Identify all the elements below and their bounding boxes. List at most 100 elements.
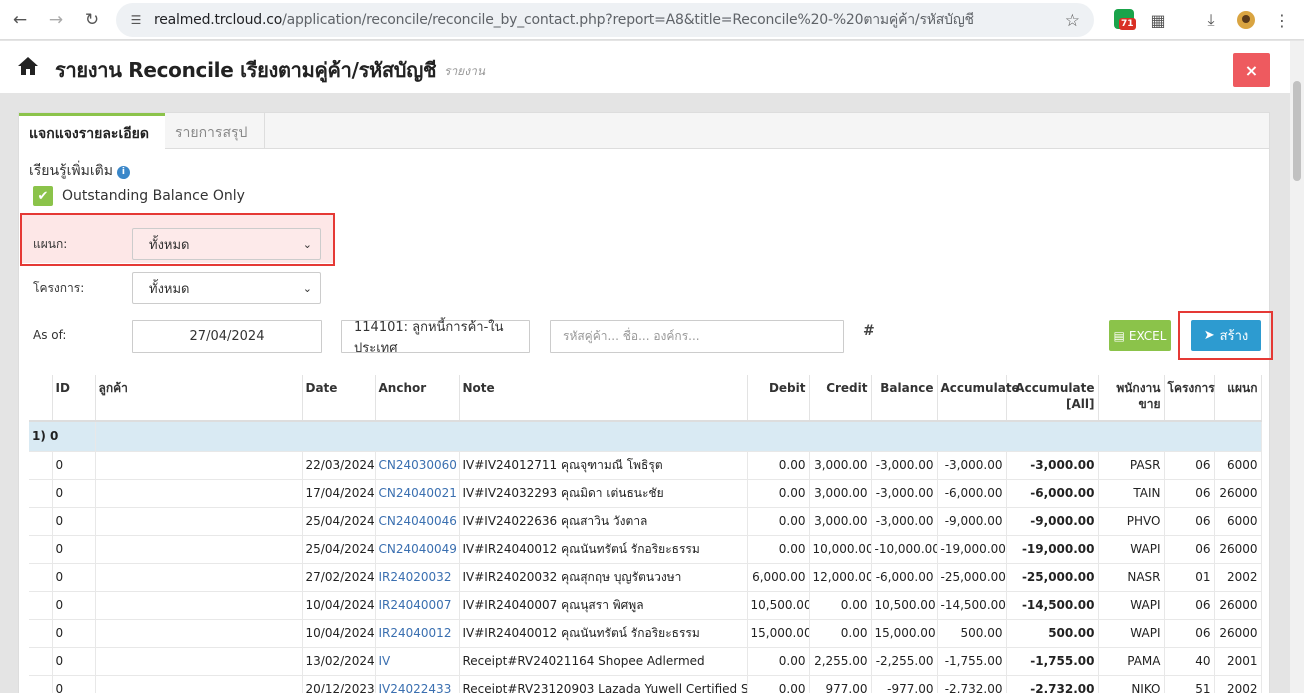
cell-department: 2002	[1214, 563, 1262, 592]
site-info-icon[interactable]: ☰	[128, 12, 144, 28]
col-header-accumulate-all[interactable]: Accumulate [All]	[1006, 375, 1099, 422]
back-icon[interactable]: ←	[8, 8, 32, 32]
col-header-id[interactable]: ID	[52, 375, 96, 422]
cell-debit: 0.00	[747, 647, 810, 676]
table-row[interactable]: 0 20/12/2023 IV24022433 Receipt#RV23120903 …	[29, 675, 1262, 693]
cell-anchor[interactable]: CN24040046	[375, 507, 460, 536]
cell-project: 01	[1164, 563, 1215, 592]
col-header-credit[interactable]: Credit	[809, 375, 872, 422]
table-row[interactable]: 0 10/04/2024 IR24040007 IV#IR24040007 คุณนุ…	[29, 591, 1262, 620]
excel-button[interactable]: ▤ EXCEL	[1109, 320, 1171, 351]
url-text[interactable]: realmed.trcloud.co/application/reconcile…	[154, 9, 1054, 31]
col-header-debit[interactable]: Debit	[747, 375, 810, 422]
cell-salesperson: WAPI	[1098, 619, 1165, 648]
anchor-link[interactable]: IR24040012	[379, 626, 452, 640]
cell-id: 0	[52, 563, 96, 592]
table-row[interactable]: 0 13/02/2024 IV Receipt#RV24021164 Shopee A…	[29, 647, 1262, 676]
cell-accumulate-all: -14,500.00	[1006, 591, 1099, 620]
col-header-department[interactable]: แผนก	[1214, 375, 1262, 422]
cell-balance: -977.00	[871, 675, 938, 693]
bookmark-star-icon[interactable]: ☆	[1065, 11, 1080, 31]
forward-icon[interactable]: →	[44, 8, 68, 32]
anchor-link[interactable]: IV24022433	[379, 682, 452, 693]
anchor-link[interactable]: IR24040007	[379, 598, 452, 612]
cell-date: 13/02/2024	[302, 647, 376, 676]
col-header-customer[interactable]: ลูกค้า	[95, 375, 303, 422]
tab-summary[interactable]: รายการสรุป	[165, 113, 265, 149]
reload-icon[interactable]: ↻	[80, 8, 104, 32]
outstanding-checkbox[interactable]: ✔	[33, 186, 53, 206]
cell-anchor[interactable]: IV	[375, 647, 460, 676]
col-header-date[interactable]: Date	[302, 375, 376, 422]
col-header-accumulate[interactable]: Accumulate	[937, 375, 1020, 422]
cell-id: 0	[52, 507, 96, 536]
puzzle-extensions-icon[interactable]: ▦	[1146, 8, 1170, 32]
table-row[interactable]: 0 17/04/2024 CN24040021 IV#IV24032293 คุณมิ…	[29, 479, 1262, 508]
table-row[interactable]: 0 25/04/2024 CN24040049 IV#IR24040012 คุณนั…	[29, 535, 1262, 564]
anchor-link[interactable]: IR24020032	[379, 570, 452, 584]
table-row[interactable]: 0 25/04/2024 CN24040046 IV#IV24022636 คุณสา…	[29, 507, 1262, 536]
col-header-anchor[interactable]: Anchor	[375, 375, 460, 422]
anchor-link[interactable]: IV	[379, 654, 391, 668]
cell-anchor[interactable]: IV24022433	[375, 675, 460, 693]
cell-anchor[interactable]: CN24040021	[375, 479, 460, 508]
cell-id: 0	[52, 451, 96, 480]
asof-date-input[interactable]: 27/04/2024	[132, 320, 322, 353]
col-header-balance[interactable]: Balance	[871, 375, 938, 422]
table-row[interactable]: 0 22/03/2024 CN24030060 IV#IV24012711 คุณจุ…	[29, 451, 1262, 480]
anchor-link[interactable]: CN24040046	[379, 514, 457, 528]
cell-anchor[interactable]: IR24020032	[375, 563, 460, 592]
table-row[interactable]: 0 10/04/2024 IR24040012 IV#IR24040012 คุณนั…	[29, 619, 1262, 648]
cell-anchor[interactable]: IR24040007	[375, 591, 460, 620]
cell-anchor[interactable]: CN24040049	[375, 535, 460, 564]
cell-anchor[interactable]: IR24040012	[375, 619, 460, 648]
cell-accumulate: -19,000.00	[937, 535, 1007, 564]
extension-icon[interactable]: 71	[1114, 9, 1136, 30]
cell-customer	[95, 647, 303, 676]
cell-credit: 3,000.00	[809, 451, 872, 480]
contact-search-input[interactable]: รหัสคู่ค้า... ชื่อ... องค์กร...	[550, 320, 844, 353]
table-row[interactable]: 0 27/02/2024 IR24020032 IV#IR24020032 คุณสุ…	[29, 563, 1262, 592]
anchor-link[interactable]: CN24040049	[379, 542, 457, 556]
outstanding-balance-option[interactable]: ✔ Outstanding Balance Only	[33, 186, 245, 206]
cell-salesperson: WAPI	[1098, 535, 1165, 564]
cell-department: 6000	[1214, 451, 1262, 480]
account-input[interactable]: 114101: ลูกหนี้การค้า-ในประเทศ	[341, 320, 530, 356]
cell-balance: -2,255.00	[871, 647, 938, 676]
col-header-salesperson[interactable]: พนักงานขาย	[1098, 375, 1165, 422]
cell-balance: -6,000.00	[871, 563, 938, 592]
anchor-link[interactable]: CN24040021	[379, 486, 457, 500]
page-scrollbar[interactable]	[1290, 41, 1304, 693]
anchor-link[interactable]: CN24030060	[379, 458, 457, 472]
project-select[interactable]: ทั้งหมด ⌄	[132, 272, 321, 304]
home-icon[interactable]	[17, 56, 39, 76]
browser-menu-icon[interactable]: ⋮	[1270, 8, 1294, 32]
cell-credit: 0.00	[809, 619, 872, 648]
info-icon[interactable]: i	[116, 166, 130, 179]
cell-accumulate: -2,732.00	[937, 675, 1007, 693]
cell-note: IV#IR24040012 คุณนันทรัตน์ รักอริยะธรรม	[459, 535, 748, 564]
profile-avatar[interactable]	[1234, 8, 1258, 32]
department-select[interactable]: ทั้งหมด ⌄	[132, 228, 321, 260]
page-header: รายงาน Reconcile เรียงตามคู่ค้า/รหัสบัญช…	[0, 41, 1290, 93]
scroll-thumb[interactable]	[1293, 81, 1301, 181]
extension-badge: 71	[1119, 18, 1136, 30]
learn-more[interactable]: เรียนรู้เพิ่มเติม i	[29, 160, 130, 182]
cell-department: 6000	[1214, 507, 1262, 536]
col-header-project[interactable]: โครงการ	[1164, 375, 1215, 422]
cell-anchor[interactable]: CN24030060	[375, 451, 460, 480]
send-icon: ➤	[1203, 328, 1215, 343]
cell-date: 25/04/2024	[302, 535, 376, 564]
create-button[interactable]: ➤ สร้าง	[1191, 320, 1261, 351]
cell-date: 20/12/2023	[302, 675, 376, 693]
cell-project: 06	[1164, 591, 1215, 620]
download-icon[interactable]: ⤓	[1199, 8, 1223, 32]
address-bar[interactable]: ☰ realmed.trcloud.co/application/reconci…	[116, 3, 1094, 37]
close-button[interactable]: ×	[1233, 53, 1270, 87]
asof-date-value: 27/04/2024	[189, 329, 265, 344]
tab-detail[interactable]: แจกแจงรายละเอียด	[19, 113, 165, 150]
cell-department: 26000	[1214, 479, 1262, 508]
col-header-note[interactable]: Note	[459, 375, 748, 422]
cell-date: 10/04/2024	[302, 591, 376, 620]
project-value: ทั้งหมด	[149, 281, 190, 297]
